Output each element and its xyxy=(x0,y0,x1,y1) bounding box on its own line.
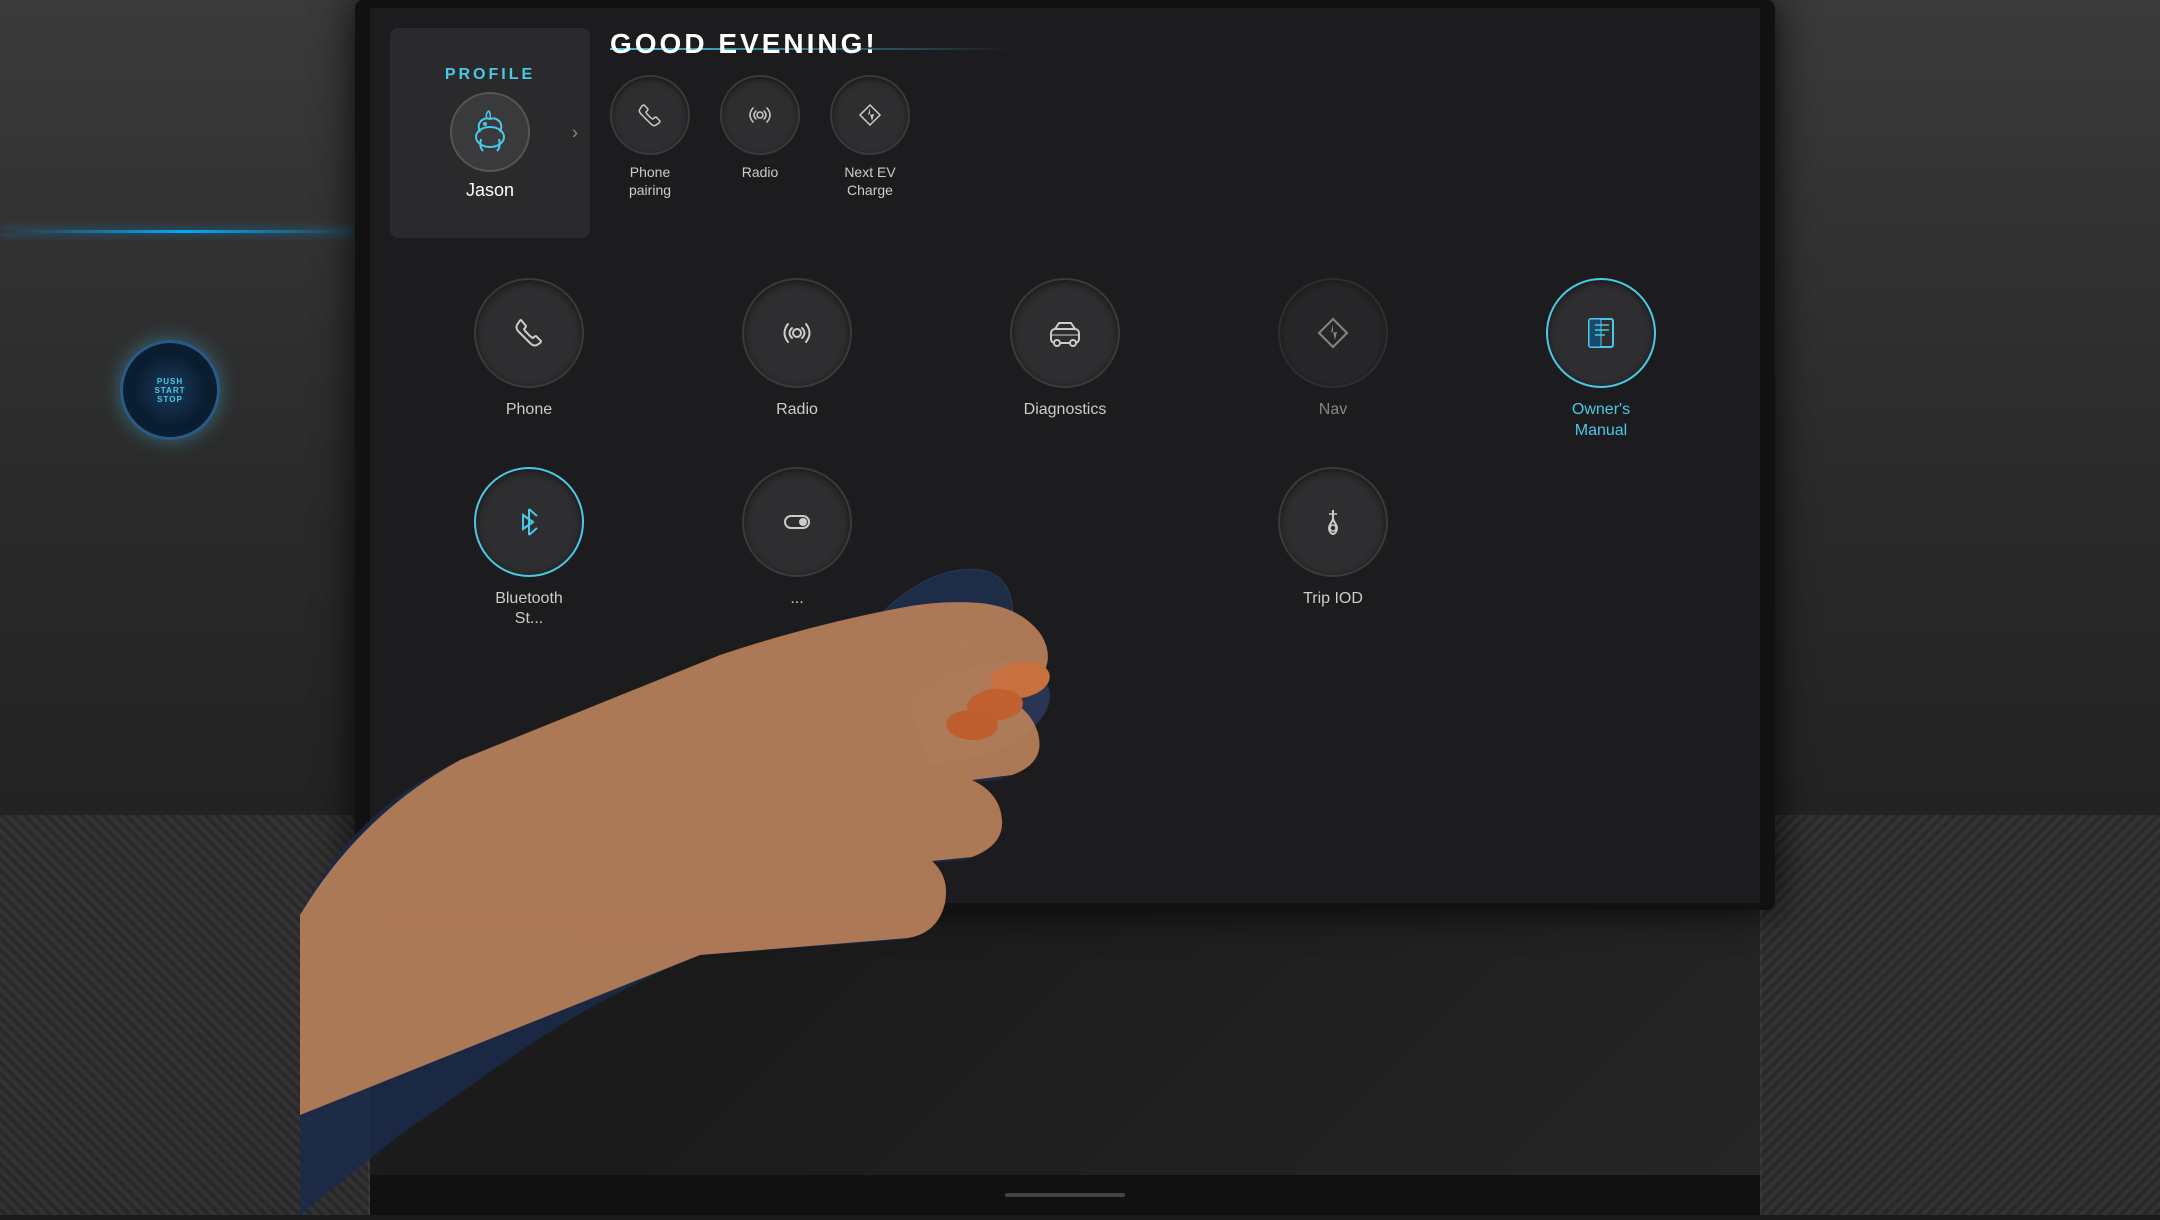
trip-iod-app-icon xyxy=(1278,467,1388,577)
blue-accent-line xyxy=(0,230,370,233)
phone-app-svg xyxy=(511,315,547,351)
radio-icon-circle xyxy=(720,75,800,155)
phone-pairing-icon-circle xyxy=(610,75,690,155)
owners-manual-label: Owner'sManual xyxy=(1572,400,1630,442)
quick-radio-button[interactable]: Radio xyxy=(720,75,800,199)
scroll-indicator xyxy=(1005,1193,1125,1197)
profile-section[interactable]: PROFILE Jason › xyxy=(390,28,590,238)
start-button-area: PUSH START STOP xyxy=(120,340,250,470)
nav-app-icon xyxy=(1278,278,1388,388)
settings-app-icon xyxy=(742,467,852,577)
diagnostics-app-label: Diagnostics xyxy=(1024,400,1107,421)
bluetooth-icon xyxy=(511,504,547,540)
ev-charge-label: Next EVCharge xyxy=(844,163,895,199)
phone-app-label: Phone xyxy=(506,400,552,421)
app-grid: Phone Radio xyxy=(390,258,1740,650)
radio-app-button[interactable]: Radio xyxy=(678,278,916,442)
book-icon xyxy=(1583,315,1619,351)
radio-app-icon xyxy=(742,278,852,388)
radio-app-svg xyxy=(779,315,815,351)
carbon-fiber-right xyxy=(1760,815,2160,1215)
right-interior-panel xyxy=(1760,0,2160,1215)
profile-name: Jason xyxy=(466,180,514,201)
nav-app-label: Nav xyxy=(1319,400,1347,421)
ev-navigation-icon xyxy=(856,101,884,129)
infotainment-screen: PROFILE Jason › GOOD EVENING! xyxy=(370,8,1760,903)
quick-actions-row: Phonepairing Radio xyxy=(610,75,1740,199)
trip-icon xyxy=(1315,504,1351,540)
bottom-bar xyxy=(370,1175,1760,1215)
greeting-text: GOOD EVENING! xyxy=(610,28,878,59)
phone-app-icon xyxy=(474,278,584,388)
left-interior-panel: PUSH START STOP xyxy=(0,0,370,1215)
bluetooth-app-icon xyxy=(474,467,584,577)
quick-phone-pairing-button[interactable]: Phonepairing xyxy=(610,75,690,199)
settings-app-button[interactable]: ... xyxy=(678,467,916,631)
quick-ev-charge-button[interactable]: Next EVCharge xyxy=(830,75,910,199)
profile-next-arrow[interactable]: › xyxy=(572,123,578,144)
carbon-fiber-left xyxy=(0,815,370,1215)
diagnostics-app-icon xyxy=(1010,278,1120,388)
toggle-icon xyxy=(779,504,815,540)
ev-charge-icon-circle xyxy=(830,75,910,155)
profile-label: PROFILE xyxy=(445,66,535,84)
diagnostics-app-button[interactable]: Diagnostics xyxy=(946,278,1184,442)
bluetooth-app-button[interactable]: BluetoothSt... xyxy=(410,467,648,631)
trip-iod-app-label: Trip IOD xyxy=(1303,589,1363,610)
radio-label: Radio xyxy=(742,163,779,181)
greeting-section: GOOD EVENING! Phonepairing xyxy=(610,28,1740,199)
phone-icon xyxy=(636,101,664,129)
phone-app-button[interactable]: Phone xyxy=(410,278,648,442)
trip-iod-app-button[interactable]: Trip IOD xyxy=(1214,467,1452,631)
nav-app-button[interactable]: Nav xyxy=(1214,278,1452,442)
bluetooth-app-label: BluetoothSt... xyxy=(495,589,563,631)
radio-app-label: Radio xyxy=(776,400,818,421)
owners-manual-app-button[interactable]: Owner'sManual xyxy=(1482,278,1720,442)
car-icon xyxy=(1047,315,1083,351)
radio-icon xyxy=(746,101,774,129)
owners-manual-app-icon xyxy=(1546,278,1656,388)
nav-icon xyxy=(1315,315,1351,351)
profile-avatar xyxy=(450,92,530,172)
engine-start-button[interactable]: PUSH START STOP xyxy=(120,340,220,440)
phone-pairing-label: Phonepairing xyxy=(629,163,671,199)
settings-app-label: ... xyxy=(790,589,803,610)
pony-icon xyxy=(465,107,515,157)
